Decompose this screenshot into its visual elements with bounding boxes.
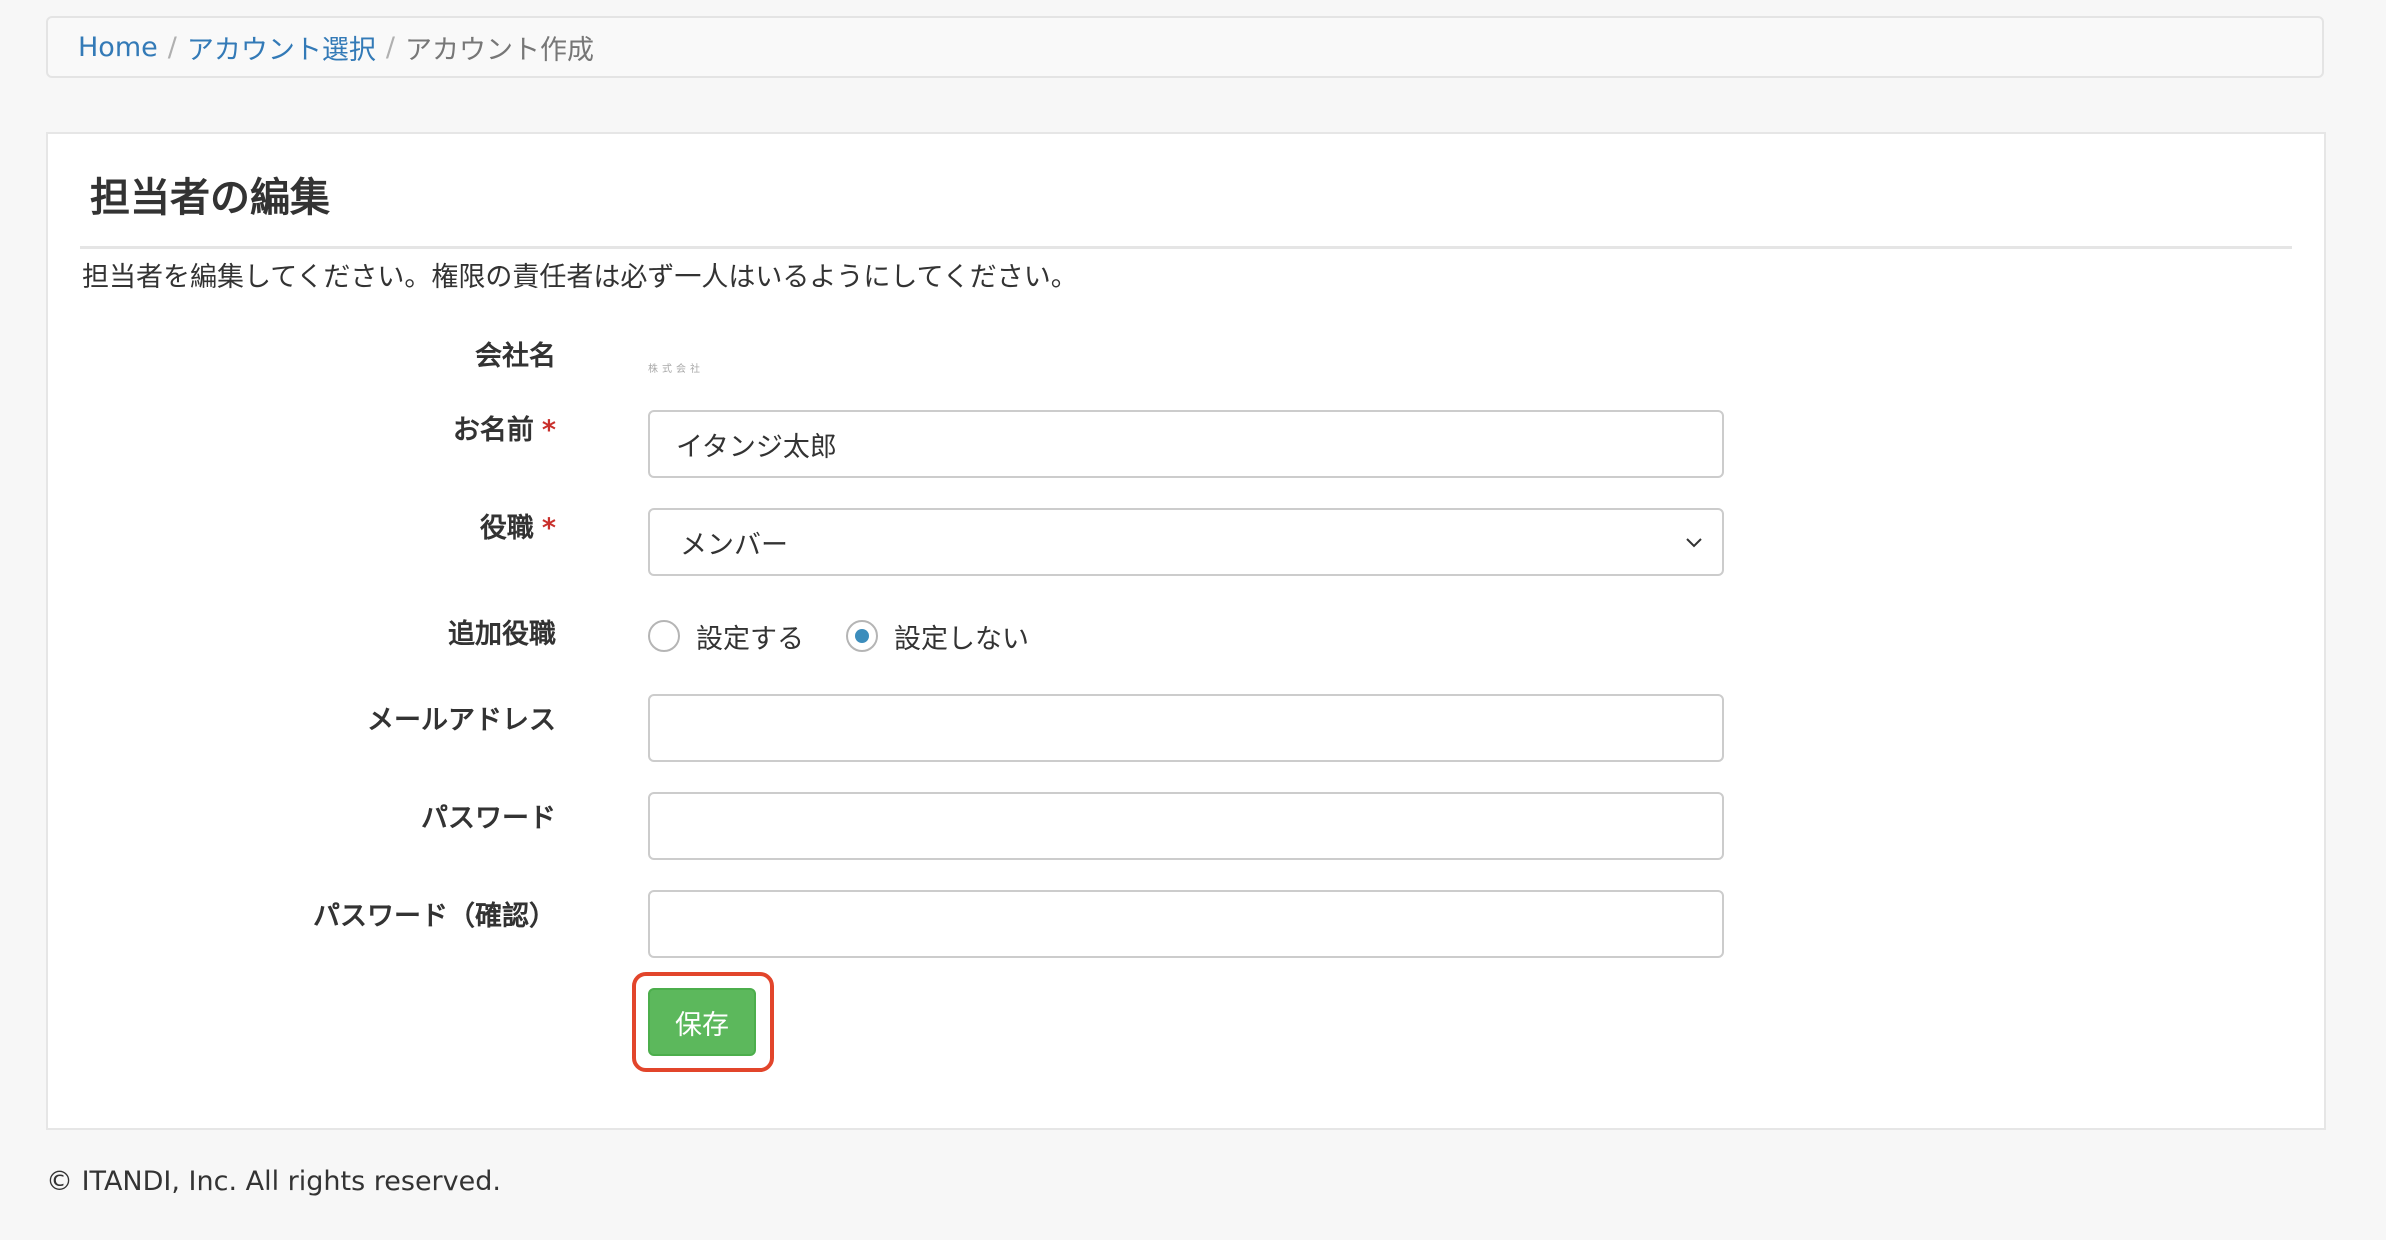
radio-label-not-set: 設定しない <box>894 623 1029 655</box>
breadcrumb-separator: / <box>167 31 177 63</box>
company-label: 会社名 <box>475 338 556 376</box>
name-label: お名前 * <box>453 412 556 450</box>
password-label: パスワード <box>421 800 556 838</box>
position-select[interactable]: メンバー <box>648 508 1724 576</box>
position-selected-value: メンバー <box>680 529 788 561</box>
footer-copyright: © ITANDI, Inc. All rights reserved. <box>46 1166 501 1197</box>
extra-position-radio-group: 設定する 設定しない <box>648 612 1071 660</box>
password-label-text: パスワード <box>421 803 556 834</box>
password-confirm-label-text: パスワード（確認） <box>313 901 556 932</box>
radio-button-not-set[interactable] <box>846 620 878 652</box>
title-divider <box>80 246 2292 249</box>
password-confirm-input[interactable] <box>648 890 1724 958</box>
extra-position-label-text: 追加役職 <box>448 619 556 650</box>
position-label: 役職 * <box>480 510 556 548</box>
company-value: 株式会社 <box>648 364 704 375</box>
password-input[interactable] <box>648 792 1724 860</box>
save-button[interactable]: 保存 <box>648 988 756 1056</box>
chevron-down-icon <box>1686 538 1702 548</box>
extra-position-label: 追加役職 <box>448 616 556 654</box>
radio-option-not-set[interactable]: 設定しない <box>846 617 1029 656</box>
password-confirm-label: パスワード（確認） <box>313 898 556 936</box>
breadcrumb-home-link[interactable]: Home <box>78 32 158 63</box>
required-mark: * <box>541 513 556 544</box>
required-mark: * <box>541 415 556 446</box>
radio-option-set[interactable]: 設定する <box>648 617 804 656</box>
company-label-text: 会社名 <box>475 341 556 372</box>
breadcrumb-separator: / <box>385 31 395 63</box>
edit-contact-panel: 担当者の編集 担当者を編集してください。権限の責任者は必ず一人はいるようにしてく… <box>46 132 2326 1130</box>
breadcrumb: Home / アカウント選択 / アカウント作成 <box>46 16 2324 78</box>
email-label: メールアドレス <box>367 702 556 740</box>
email-input[interactable] <box>648 694 1724 762</box>
breadcrumb-account-select-link[interactable]: アカウント選択 <box>187 28 376 67</box>
page-title: 担当者の編集 <box>90 175 330 221</box>
page-description: 担当者を編集してください。権限の責任者は必ず一人はいるようにしてください。 <box>82 262 1078 293</box>
position-label-text: 役職 <box>479 513 534 544</box>
radio-label-set: 設定する <box>696 623 804 655</box>
name-label-text: お名前 <box>452 415 534 446</box>
email-label-text: メールアドレス <box>367 705 556 736</box>
name-input[interactable] <box>648 410 1724 478</box>
radio-button-set[interactable] <box>648 620 680 652</box>
breadcrumb-current: アカウント作成 <box>404 34 594 66</box>
